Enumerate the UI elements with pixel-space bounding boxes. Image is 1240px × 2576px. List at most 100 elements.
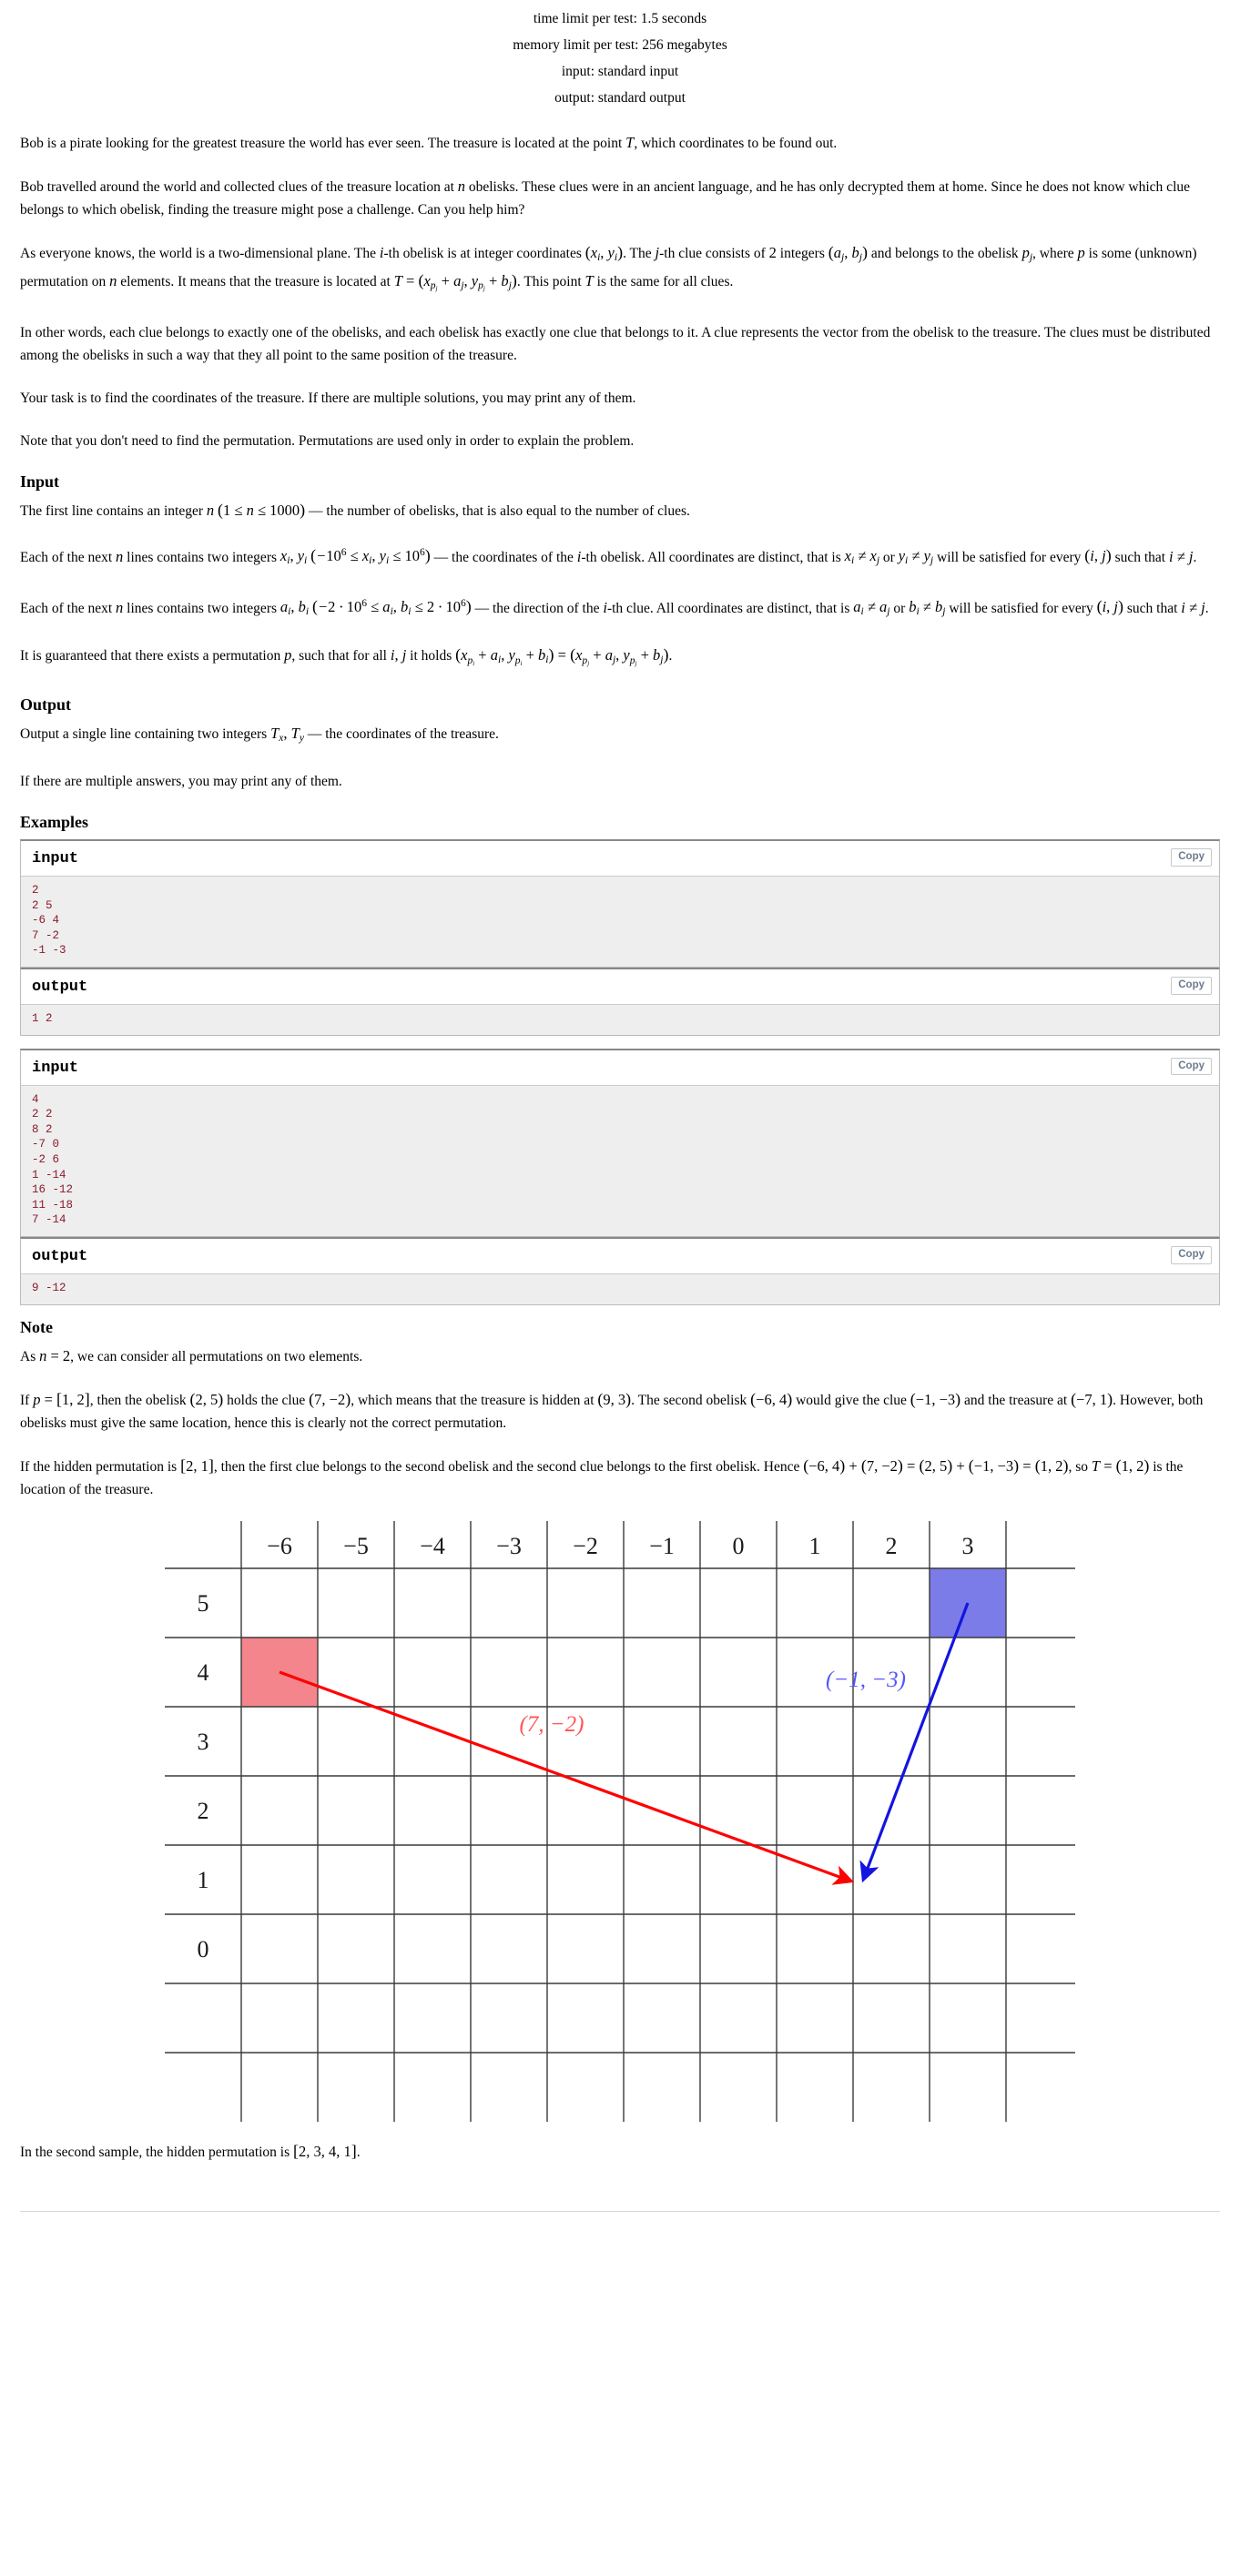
text-fragment: such that (1123, 600, 1182, 616)
input-line-4: It is guaranteed that there exists a per… (20, 644, 1220, 674)
math-n-eq-2: n = 2 (39, 1346, 71, 1364)
copy-button[interactable]: Copy (1171, 1245, 1212, 1264)
statement-paragraph-3: As everyone knows, the world is a two-di… (20, 241, 1220, 301)
col-label: 0 (733, 1533, 745, 1559)
col-label: 1 (809, 1533, 821, 1559)
note-section-title: Note (20, 1317, 53, 1336)
math-guarantee-eq: (xpi + ai, ypi + bi) = (xpj + aj, ypj + … (455, 645, 669, 667)
math-clue-ab: (aj, bj) (828, 243, 868, 264)
sample-1-input-box: input Copy 2 2 5 -6 4 7 -2 -1 -3 (20, 839, 1220, 968)
clue-blue-label: (−1, −3) (826, 1668, 906, 1692)
text-fragment: Each of the next (20, 600, 117, 616)
math-T2: T (584, 272, 594, 290)
math-treasure-9-3: (9, 3) (597, 1389, 632, 1408)
text-fragment: will be satisfied for every (933, 549, 1085, 565)
copy-button[interactable]: Copy (1171, 976, 1212, 995)
problem-page: time limit per test: 1.5 seconds memory … (0, 0, 1240, 2212)
text-fragment: will be satisfied for every (945, 600, 1097, 616)
math-i-ne-j: i ≠ j (1181, 598, 1205, 616)
math-pj: pj (1021, 244, 1033, 264)
sample-1-output-content[interactable]: 1 2 (21, 1004, 1219, 1035)
math-clue-neg1-neg3: (−1, −3) (910, 1389, 961, 1408)
statement-paragraph-5: Your task is to find the coordinates of … (20, 390, 636, 406)
sample-2-output-content[interactable]: 9 -12 (21, 1273, 1219, 1304)
text-fragment: integers (776, 246, 828, 261)
math-sum-eq: (−6, 4) + (7, −2) = (2, 5) + (−1, −3) = … (803, 1455, 1069, 1475)
math-clue-7-neg2: (7, −2) (309, 1389, 351, 1408)
math-two: 2 (768, 244, 777, 261)
text-fragment: elements. It means that the treasure is … (117, 274, 394, 290)
math-i-ne-j: i ≠ j (1168, 547, 1194, 565)
sample-1-input-header: input Copy (21, 841, 1219, 877)
text-fragment: , then the obelisk (89, 1392, 190, 1408)
math-treasure-eq: T = (xpj + aj, ypj + bj) (393, 271, 517, 293)
sample-1-input-content[interactable]: 2 2 5 -6 4 7 -2 -1 -3 (21, 877, 1219, 967)
text-fragment: and the treasure at (960, 1392, 1072, 1408)
statement-paragraph-4: In other words, each clue belongs to exa… (20, 324, 1211, 363)
sample-1-output-box: output Copy 1 2 (20, 967, 1220, 1036)
col-label: −5 (343, 1533, 369, 1559)
col-label: −1 (649, 1533, 675, 1559)
math-xi-yi: xi, yi (280, 547, 308, 567)
math-n-range: (1 ≤ n ≤ 1000) (218, 500, 306, 519)
col-label: 2 (886, 1533, 898, 1559)
time-limit: time limit per test: 1.5 seconds (533, 11, 707, 26)
text-fragment: , such that for all (291, 648, 391, 664)
sample-1-output-header: output Copy (21, 969, 1219, 1005)
text-fragment: . (1193, 549, 1197, 565)
text-fragment: Bob travelled around the world and colle… (20, 179, 458, 195)
col-label: −2 (573, 1533, 598, 1559)
output-line-2: If there are multiple answers, you may p… (20, 774, 342, 789)
math-b-ne: bi ≠ bj (909, 598, 946, 618)
row-label: 1 (198, 1867, 209, 1893)
math-treasure-neg7-1: (−7, 1) (1071, 1389, 1113, 1408)
text-fragment: . The (623, 246, 656, 261)
text-fragment: or (889, 600, 910, 616)
text-fragment: Bob is a pirate looking for the greatest… (20, 136, 626, 151)
clue-arrow-blue (859, 1601, 970, 1882)
text-fragment: , we can consider all permutations on tw… (70, 1348, 363, 1364)
math-ai-bi: ai, bi (280, 598, 310, 618)
math-T: T (625, 134, 635, 151)
text-fragment: . (1204, 600, 1209, 616)
sample-2-output-box: output Copy 9 -12 (20, 1236, 1220, 1305)
output-mode: output: standard output (554, 90, 686, 106)
text-fragment: such that (1111, 549, 1169, 565)
sample-2-input-content[interactable]: 4 2 2 8 2 -7 0 -2 6 1 -14 16 -12 11 -18 … (21, 1085, 1219, 1236)
text-fragment: — the coordinates of the (430, 549, 577, 565)
copy-button[interactable]: Copy (1171, 1057, 1212, 1076)
problem-body: Bob is a pirate looking for the greatest… (20, 111, 1220, 2164)
coordinate-grid-svg: −6 −5 −4 −3 −2 −1 0 1 2 3 5 4 3 2 1 0 (7… (165, 1520, 1075, 2122)
math-perm-12: p = [1, 2] (33, 1389, 90, 1408)
text-fragment: -th obelisk is at integer coordinates (383, 246, 585, 261)
math-x-ne: xi ≠ xj (844, 547, 880, 567)
text-fragment: It is guaranteed that there exists a per… (20, 648, 285, 664)
text-fragment: — the coordinates of the treasure. (303, 725, 499, 742)
sample-2-output-header: output Copy (21, 1238, 1219, 1274)
row-label: 5 (198, 1590, 209, 1617)
text-fragment: , where (1032, 246, 1078, 261)
text-fragment: In the second sample, the hidden permuta… (20, 2144, 294, 2160)
text-fragment: and belongs to the obelisk (867, 246, 1022, 261)
text-fragment: , so (1068, 1458, 1092, 1475)
text-fragment: Output a single line containing two inte… (20, 725, 271, 742)
note-grid-figure: −6 −5 −4 −3 −2 −1 0 1 2 3 5 4 3 2 1 0 (7… (20, 1520, 1220, 2131)
row-label: 2 (198, 1798, 209, 1824)
copy-button[interactable]: Copy (1171, 848, 1212, 867)
text-fragment: — the number of obelisks, that is also e… (305, 502, 690, 519)
output-section-title: Output (20, 695, 72, 714)
grid-column-labels: −6 −5 −4 −3 −2 −1 0 1 2 3 (267, 1533, 973, 1559)
text-fragment: If (20, 1392, 34, 1408)
text-fragment: If the hidden permutation is (20, 1458, 181, 1475)
math-perm-2341: [2, 3, 4, 1] (293, 2141, 357, 2160)
text-fragment: lines contains two integers (123, 549, 280, 565)
math-obelisk-coords: (xi, yi) (584, 243, 624, 264)
input-section-title: Input (20, 472, 60, 491)
row-label: 4 (198, 1659, 209, 1686)
text-fragment: or (879, 549, 899, 565)
math-i-j: i, j (390, 646, 407, 664)
math-y-ne: yi ≠ yj (898, 547, 934, 567)
memory-limit: memory limit per test: 256 megabytes (513, 37, 727, 53)
text-fragment: As everyone knows, the world is a two-di… (20, 246, 380, 261)
text-fragment: Each of the next (20, 549, 117, 565)
